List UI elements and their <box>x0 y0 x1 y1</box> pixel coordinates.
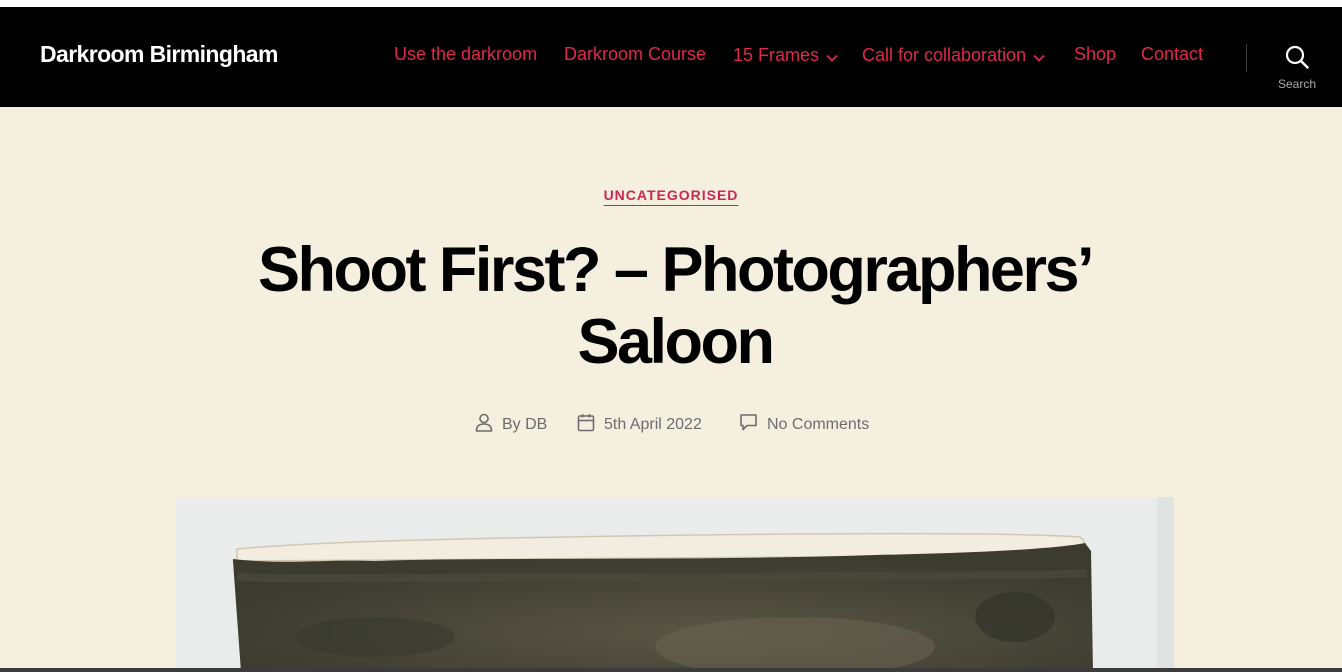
user-icon <box>475 413 502 437</box>
post-title: Shoot First? – Photographers’ Saloon <box>257 235 1095 377</box>
nav-item-15-frames[interactable]: 15 Frames <box>733 44 838 67</box>
nav-item-label: Call for collaboration <box>862 45 1027 65</box>
post-comments: No Comments <box>739 413 869 436</box>
search-toggle-button[interactable]: Search <box>1270 45 1324 95</box>
author-link[interactable]: By DB <box>502 416 547 434</box>
nav-item-darkroom-course[interactable]: Darkroom Course <box>564 44 706 65</box>
nav-item-label: Contact <box>1141 44 1204 64</box>
nav-item-label: Shop <box>1074 44 1117 64</box>
date-link[interactable]: 5th April 2022 <box>604 416 702 434</box>
featured-photo <box>175 497 1174 672</box>
search-label: Search <box>1277 77 1317 91</box>
nav-item-label: Darkroom Course <box>564 44 707 64</box>
calendar-icon <box>577 413 604 437</box>
top-strip <box>0 0 1342 7</box>
chevron-down-icon[interactable] <box>1033 46 1045 67</box>
comment-icon <box>739 413 767 436</box>
post-date: 5th April 2022 <box>577 413 702 437</box>
site-header: Darkroom Birmingham Use the darkroom Dar… <box>0 7 1342 107</box>
nav-item-call-for-collaboration[interactable]: Call for collaboration <box>862 44 1045 67</box>
header-divider <box>1246 44 1247 72</box>
post-category: UNCATEGORISED <box>0 187 1342 205</box>
nav-item-contact[interactable]: Contact <box>1141 44 1203 65</box>
nav-item-use-the-darkroom[interactable]: Use the darkroom <box>394 44 537 65</box>
comments-link[interactable]: No Comments <box>767 416 869 434</box>
nav-item-label: 15 Frames <box>733 45 820 65</box>
bottom-edge <box>0 668 1342 672</box>
site-title[interactable]: Darkroom Birmingham <box>40 41 278 68</box>
nav-item-label: Use the darkroom <box>394 44 538 64</box>
search-icon <box>1285 45 1309 74</box>
category-link[interactable]: UNCATEGORISED <box>604 187 739 203</box>
chevron-down-icon[interactable] <box>826 46 838 67</box>
featured-image <box>175 497 1174 672</box>
nav-item-shop[interactable]: Shop <box>1074 44 1116 65</box>
post-author: By DB <box>475 413 547 437</box>
